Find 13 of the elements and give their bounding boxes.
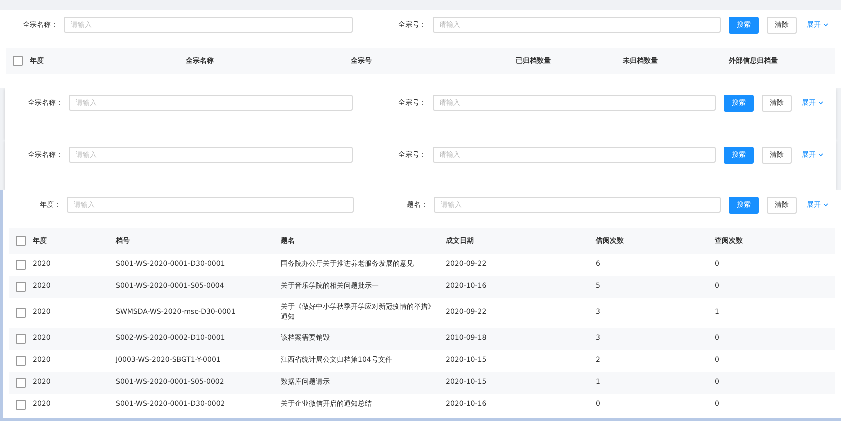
row-checkbox[interactable]: [16, 282, 26, 292]
row-checkbox[interactable]: [16, 378, 26, 388]
row-checkbox[interactable]: [16, 356, 26, 366]
caret-icon: [823, 203, 829, 207]
row-checkbox[interactable]: [16, 260, 26, 270]
row-checkbox[interactable]: [16, 308, 26, 318]
row-checkbox[interactable]: [16, 400, 26, 410]
caret-icon: [823, 23, 829, 27]
caret-icon: [818, 153, 824, 157]
select-all-checkbox[interactable]: [13, 56, 23, 66]
row-checkbox[interactable]: [16, 334, 26, 344]
caret-icon: [818, 101, 824, 105]
select-all-checkbox[interactable]: [16, 236, 26, 246]
